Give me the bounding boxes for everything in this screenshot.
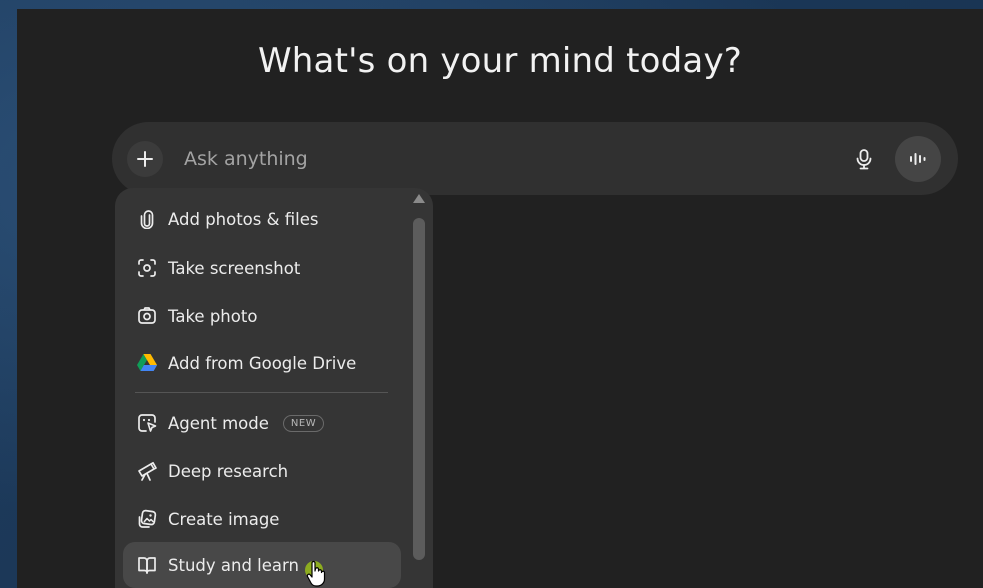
chat-window: What's on your mind today? Ask anything … — [17, 9, 983, 588]
menu-item-label: Create image — [168, 509, 280, 529]
camera-icon — [136, 305, 158, 327]
voice-waveform-icon — [910, 153, 926, 165]
ask-input[interactable] — [182, 146, 746, 172]
agent-cursor-icon — [136, 412, 158, 434]
new-badge: NEW — [282, 414, 325, 432]
book-icon — [136, 554, 158, 576]
microphone-button[interactable] — [847, 142, 881, 176]
menu-item-label: Take screenshot — [168, 258, 301, 278]
plus-button[interactable] — [127, 141, 163, 177]
menu-item-label: Add from Google Drive — [168, 353, 357, 373]
menu-item-study-and-learn[interactable]: Study and learn — [123, 542, 401, 588]
menu-divider — [135, 392, 388, 393]
menu-item-label: Agent mode — [168, 413, 269, 433]
menu-item-add-from-google-drive[interactable]: Add from Google Drive — [123, 340, 401, 386]
hand-pointer-cursor-icon — [305, 560, 326, 587]
paperclip-icon — [136, 208, 158, 230]
menu-scrollbar[interactable] — [411, 194, 427, 588]
google-drive-icon — [136, 352, 158, 374]
image-create-icon — [136, 508, 158, 530]
menu-item-label: Take photo — [168, 306, 258, 326]
plus-icon — [137, 151, 153, 167]
telescope-icon — [136, 460, 158, 482]
attachment-menu: Add photos & files Take screenshot Take … — [115, 188, 433, 588]
page-title: What's on your mind today? — [257, 41, 743, 81]
composer — [112, 122, 958, 195]
scroll-up-arrow-icon[interactable] — [413, 194, 425, 203]
menu-item-add-photos-files[interactable]: Add photos & files — [123, 196, 401, 242]
menu-item-label: Add photos & files — [168, 209, 319, 229]
menu-item-label: Study and learn — [168, 555, 299, 575]
menu-item-agent-mode[interactable]: Agent mode NEW — [123, 400, 401, 446]
microphone-icon — [856, 149, 872, 170]
menu-item-create-image[interactable]: Create image — [123, 496, 401, 542]
voice-mode-button[interactable] — [895, 136, 941, 182]
menu-item-take-photo[interactable]: Take photo — [123, 293, 401, 339]
scroll-thumb[interactable] — [413, 218, 425, 560]
menu-item-label: Deep research — [168, 461, 289, 481]
menu-item-take-screenshot[interactable]: Take screenshot — [123, 245, 401, 291]
screenshot-icon — [136, 257, 158, 279]
menu-item-deep-research[interactable]: Deep research — [123, 448, 401, 494]
